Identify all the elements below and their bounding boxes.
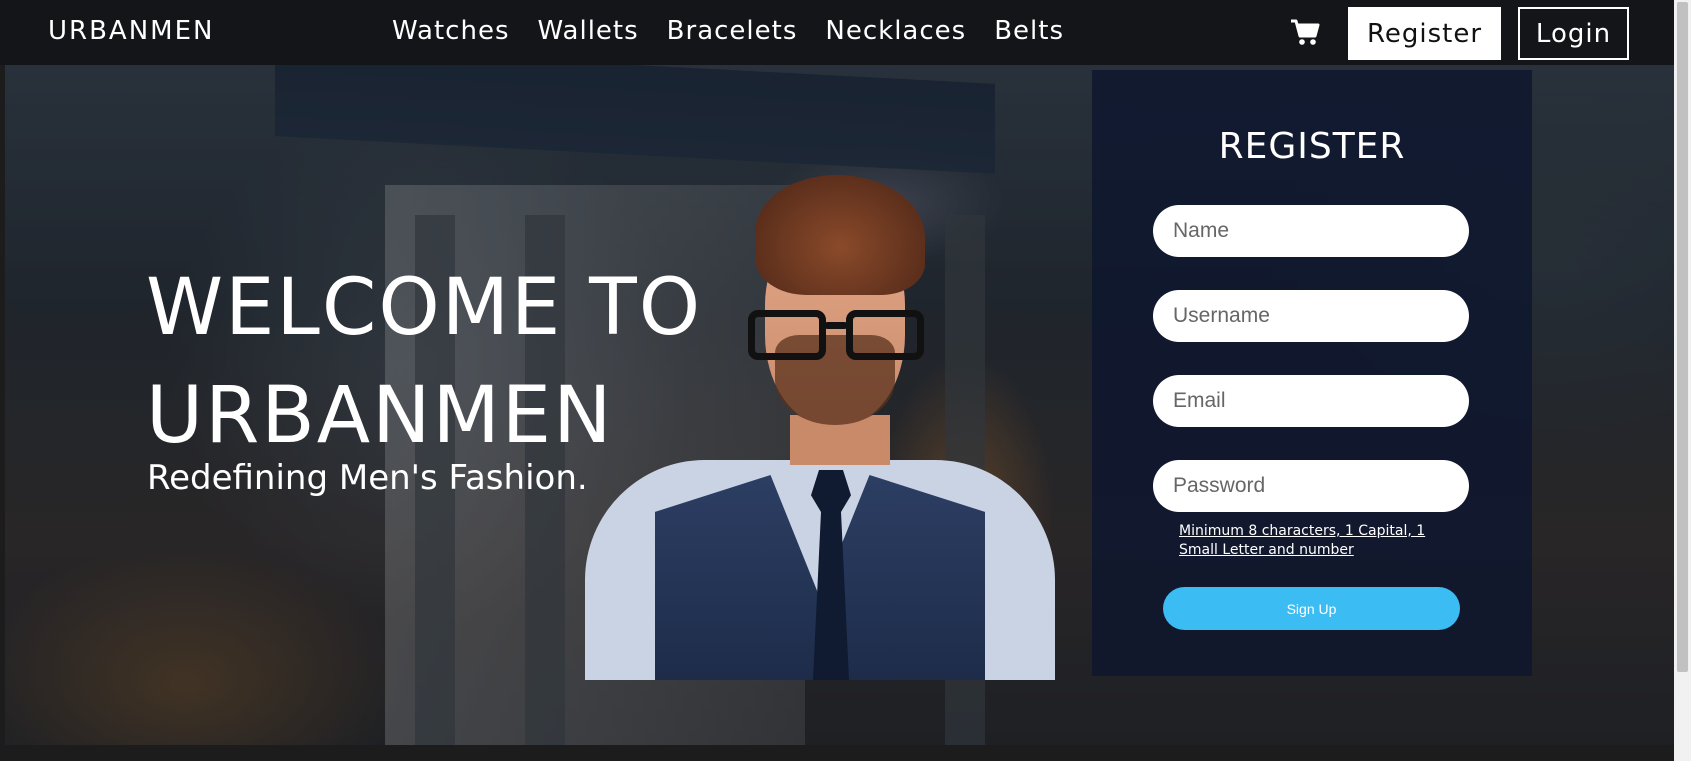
username-field[interactable] <box>1153 290 1469 342</box>
hero-subtitle: Redefining Men's Fashion. <box>147 458 588 498</box>
page-scrollbar[interactable] <box>1674 0 1691 761</box>
register-button[interactable]: Register <box>1348 7 1501 60</box>
brand-logo[interactable]: URBANMEN <box>48 16 214 46</box>
login-button[interactable]: Login <box>1518 7 1629 60</box>
shopping-cart-icon[interactable] <box>1290 18 1320 46</box>
top-navbar: URBANMEN Watches Wallets Bracelets Neckl… <box>0 0 1674 65</box>
nav-links: Watches Wallets Bracelets Necklaces Belt… <box>392 16 1064 46</box>
name-field[interactable] <box>1153 205 1469 257</box>
nav-link-watches[interactable]: Watches <box>392 16 510 46</box>
hero-title-line2: URBANMEN <box>146 371 614 461</box>
nav-link-bracelets[interactable]: Bracelets <box>667 16 798 46</box>
bottom-band <box>0 745 1674 761</box>
hero-title-line1: WELCOME TO <box>146 263 703 353</box>
password-hint[interactable]: Minimum 8 characters, 1 Capital, 1 Small… <box>1179 522 1459 560</box>
nav-link-necklaces[interactable]: Necklaces <box>825 16 966 46</box>
email-field[interactable] <box>1153 375 1469 427</box>
nav-link-belts[interactable]: Belts <box>994 16 1064 46</box>
hero-title: WELCOME TO URBANMEN <box>146 254 806 470</box>
register-heading: REGISTER <box>1218 126 1406 167</box>
scrollbar-thumb[interactable] <box>1677 2 1688 672</box>
nav-link-wallets[interactable]: Wallets <box>538 16 639 46</box>
password-field[interactable] <box>1153 460 1469 512</box>
register-panel: REGISTER Minimum 8 characters, 1 Capital… <box>1092 70 1532 676</box>
page: URBANMEN Watches Wallets Bracelets Neckl… <box>0 0 1691 761</box>
sign-up-button[interactable]: Sign Up <box>1163 587 1460 630</box>
